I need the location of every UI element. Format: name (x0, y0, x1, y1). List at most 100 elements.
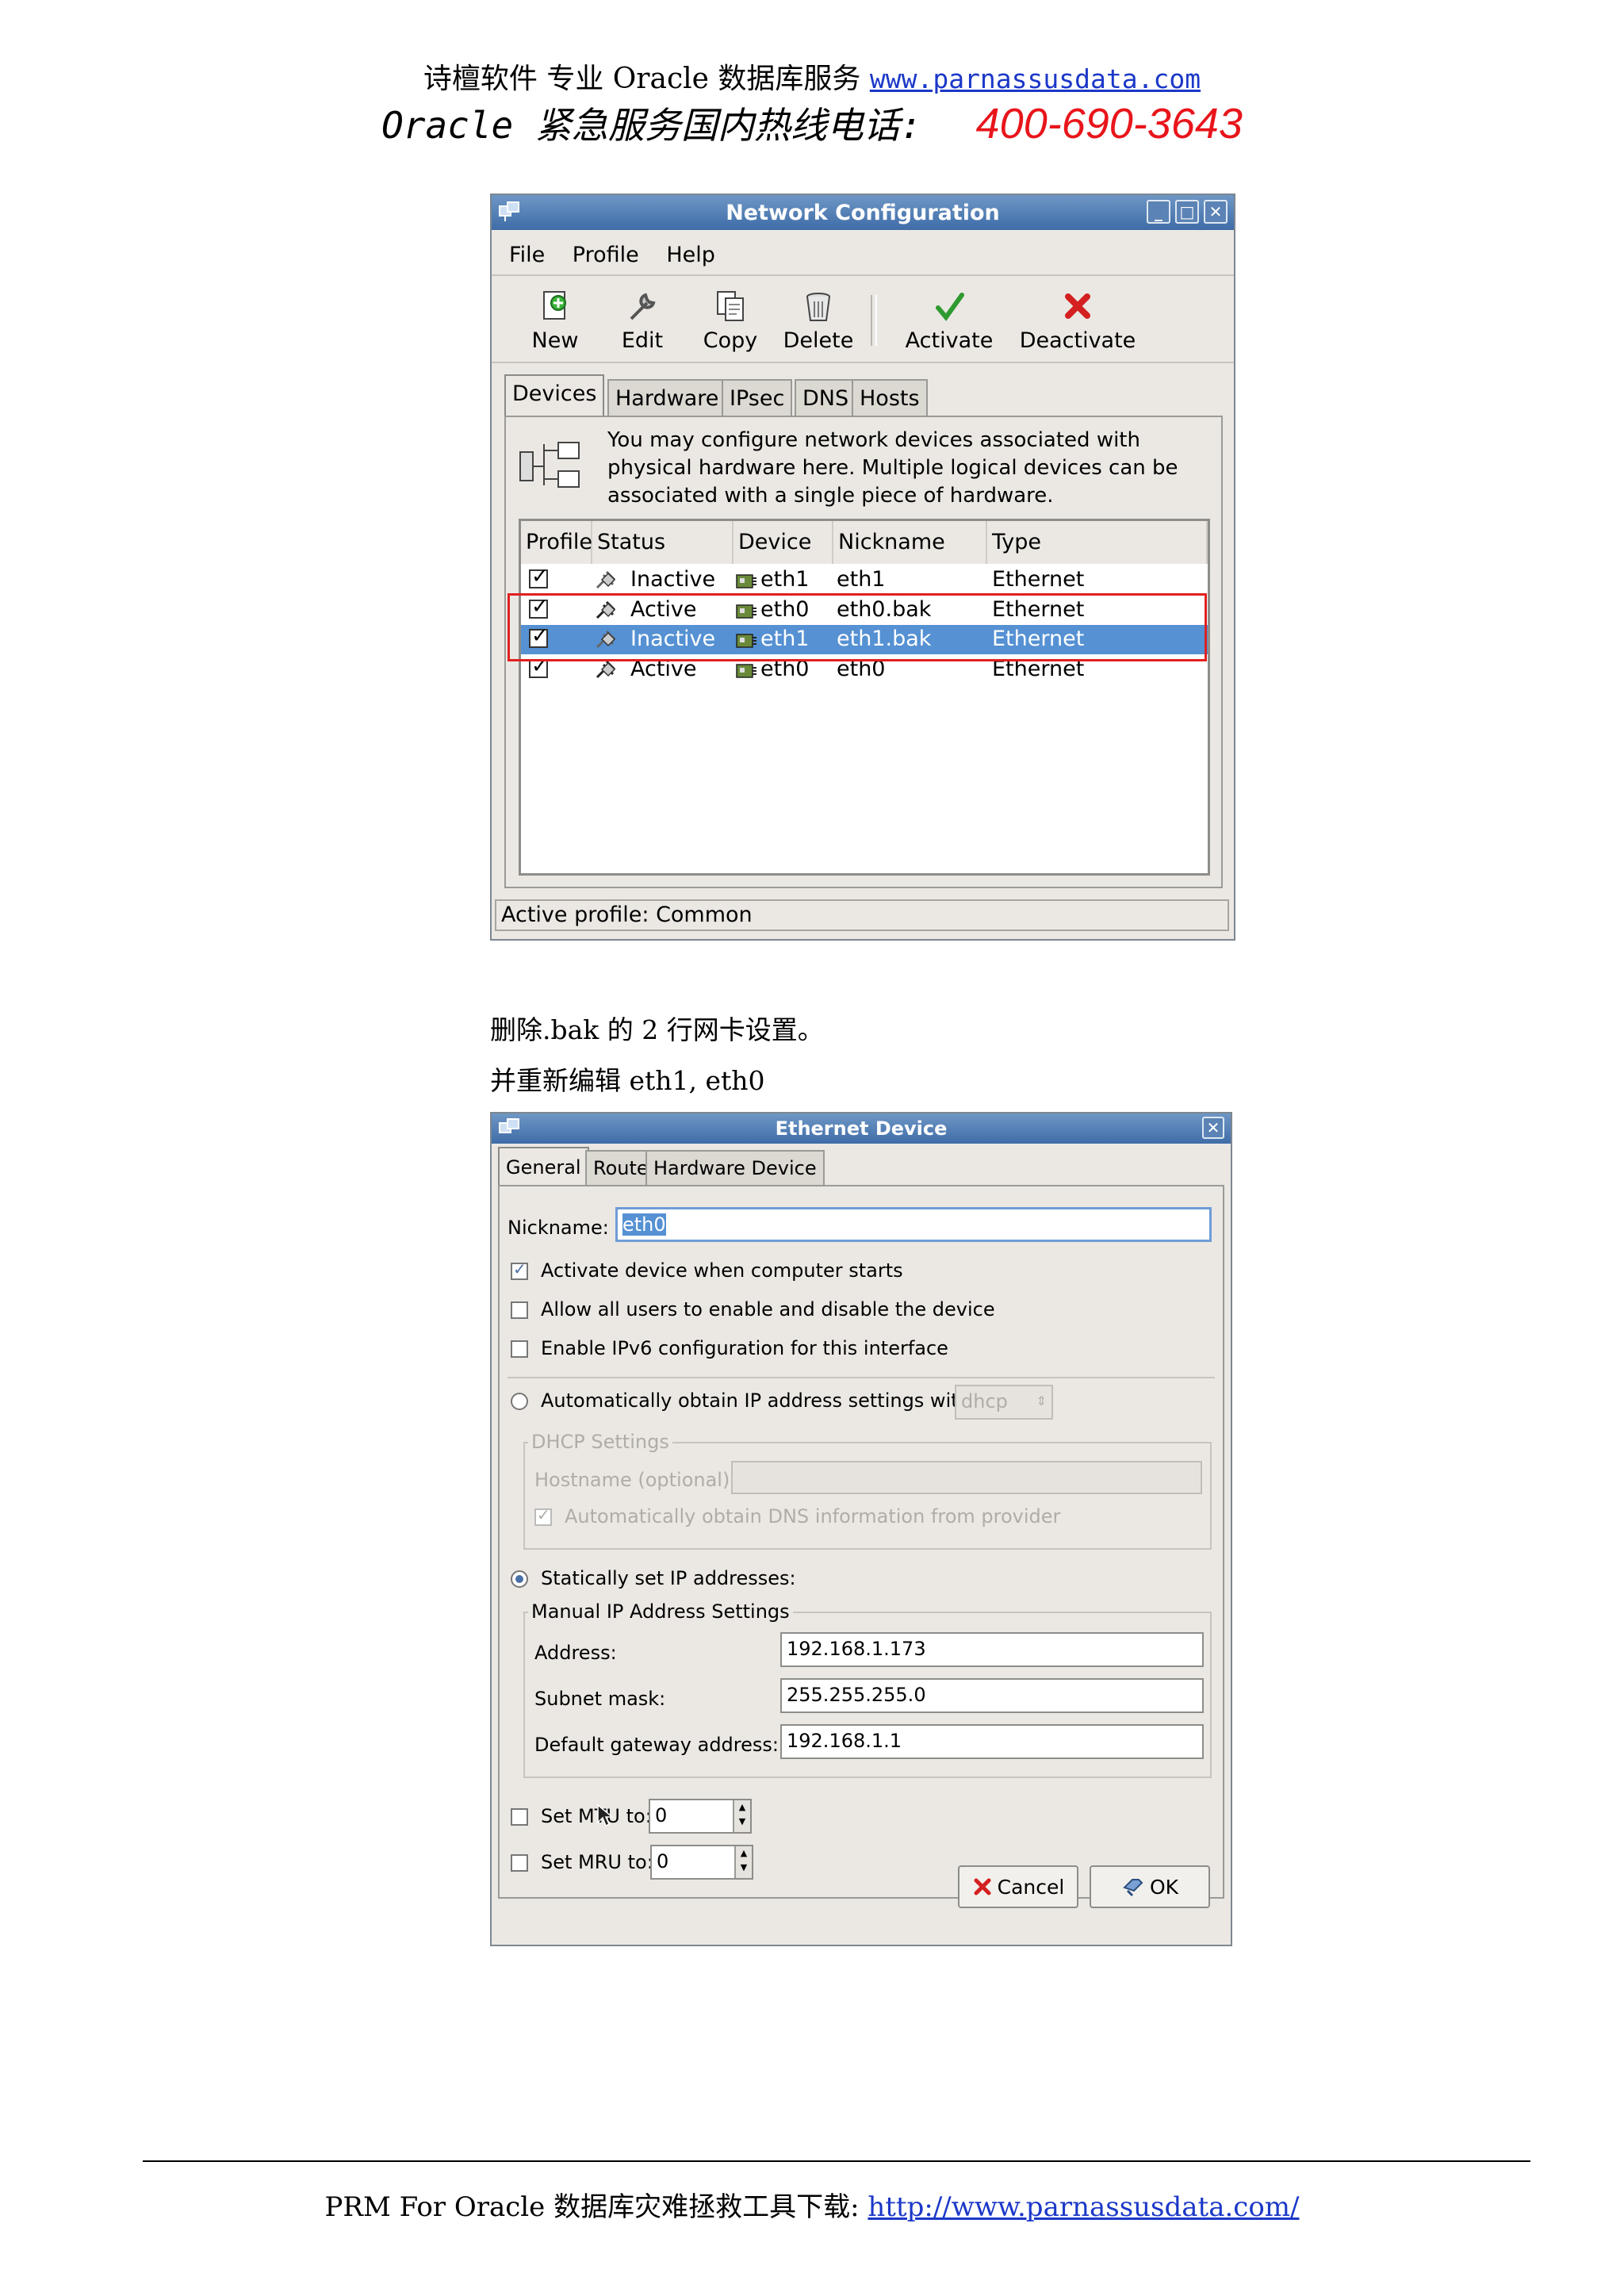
toolbar-activate-button[interactable]: Activate (898, 289, 1001, 353)
minimize-button[interactable]: _ (1147, 200, 1170, 224)
table-row[interactable]: Inactive eth1 eth1 Ethernet (521, 565, 1208, 595)
toolbar-copy-button[interactable]: Copy (695, 289, 766, 353)
column-type[interactable]: Type (987, 521, 1208, 564)
ethernet-device-dialog: Ethernet Device ✕ General Route Hardware… (490, 1112, 1232, 1946)
select-arrows-icon: ⇕ (1036, 1393, 1047, 1409)
devices-description-line-1: You may configure network devices associ… (607, 428, 1140, 452)
allow-users-checkbox[interactable] (511, 1301, 528, 1319)
ethernet-dialog-icon (499, 1118, 519, 1133)
mtu-input[interactable]: 0 ▲ ▼ (649, 1799, 752, 1834)
header-line-2: Oracle 紧急服务国内热线电话: 400-690-3643 (0, 97, 1624, 149)
toolbar-delete-label: Delete (783, 328, 854, 353)
network-card-icon (736, 574, 756, 588)
network-window-title: Network Configuration (726, 200, 1000, 225)
dhcp-settings-legend: DHCP Settings (528, 1431, 672, 1453)
bak-rows-highlight (508, 593, 1207, 661)
menu-help[interactable]: Help (666, 243, 715, 267)
type-cell: Ethernet (992, 567, 1085, 592)
address-input[interactable]: 192.168.1.173 (780, 1632, 1204, 1667)
nickname-input[interactable]: eth0 (615, 1207, 1212, 1242)
set-mru-checkbox[interactable] (511, 1854, 528, 1872)
network-configuration-window: Network Configuration _ □ ✕ File Profile… (490, 194, 1235, 941)
toolbar-copy-label: Copy (703, 328, 758, 353)
tab-hardware-device[interactable]: Hardware Device (645, 1150, 825, 1185)
mtu-spin-buttons[interactable]: ▲ ▼ (733, 1800, 750, 1832)
toolbar-new-label: New (531, 328, 579, 353)
header-phone-number: 400-690-3643 (975, 100, 1243, 148)
devices-description-line-2: physical hardware here. Multiple logical… (607, 456, 1178, 480)
tab-hosts[interactable]: Hosts (852, 379, 928, 417)
ethernet-dialog-titlebar[interactable]: Ethernet Device ✕ (492, 1114, 1231, 1144)
header-hotline-text: Oracle 紧急服务国内热线电话: (381, 104, 922, 147)
network-window-titlebar[interactable]: Network Configuration _ □ ✕ (492, 195, 1234, 230)
header-website-link[interactable]: www.parnassusdata.com (870, 63, 1201, 94)
subnet-mask-label: Subnet mask: (534, 1688, 666, 1710)
profile-checkbox[interactable] (529, 654, 549, 678)
footer: PRM For Oracle 数据库灾难拯救工具下载: http://www.p… (0, 2185, 1624, 2224)
auto-ip-protocol-value: dhcp (961, 1390, 1008, 1412)
close-button[interactable]: ✕ (1204, 200, 1228, 224)
auto-dns-label: Automatically obtain DNS information fro… (565, 1505, 1061, 1527)
hostname-input[interactable] (731, 1461, 1202, 1494)
tab-devices[interactable]: Devices (504, 374, 605, 417)
address-label: Address: (534, 1642, 617, 1664)
tab-general[interactable]: General (498, 1147, 589, 1186)
toolbar-activate-label: Activate (905, 328, 994, 353)
connection-plug-icon (596, 570, 616, 589)
header-company-text: 诗檀软件 专业 Oracle 数据库服务 (423, 63, 861, 95)
new-icon (543, 291, 566, 320)
enable-ipv6-checkbox[interactable] (511, 1340, 528, 1358)
ok-button[interactable]: OK (1090, 1865, 1210, 1908)
network-card-icon (736, 663, 756, 678)
footer-link[interactable]: http://www.parnassusdata.com/ (868, 2191, 1299, 2223)
edit-icon (630, 293, 656, 320)
footer-rule (143, 2160, 1530, 2162)
general-panel: Nickname: eth0 ✓ Activate device when co… (498, 1185, 1224, 1899)
column-profile[interactable]: Profile (521, 521, 592, 564)
menu-divider (492, 274, 1234, 276)
auto-ip-protocol-select[interactable]: dhcp ⇕ (955, 1385, 1053, 1420)
tab-hardware[interactable]: Hardware (607, 379, 727, 417)
mru-spin-buttons[interactable]: ▲ ▼ (734, 1846, 752, 1878)
status-bar: Active profile: Common (495, 899, 1229, 931)
network-devices-icon (519, 442, 580, 488)
gateway-input[interactable]: 192.168.1.1 (780, 1724, 1204, 1759)
auto-ip-radio[interactable] (511, 1393, 528, 1410)
menu-file[interactable]: File (509, 243, 545, 267)
caption-line-2: 并重新编辑 eth1, eth0 (490, 1065, 765, 1096)
network-window-icon (499, 201, 519, 221)
gateway-label: Default gateway address: (534, 1734, 779, 1756)
activate-on-boot-checkbox[interactable]: ✓ (511, 1259, 528, 1280)
manual-ip-legend: Manual IP Address Settings (528, 1600, 793, 1623)
cancel-button[interactable]: Cancel (958, 1865, 1078, 1908)
ok-icon (1123, 1879, 1143, 1897)
tab-ipsec[interactable]: IPsec (722, 379, 793, 417)
toolbar-deactivate-button[interactable]: Deactivate (1010, 289, 1145, 353)
cancel-label: Cancel (997, 1875, 1065, 1899)
dialog-close-button[interactable]: ✕ (1202, 1117, 1224, 1139)
tab-dns[interactable]: DNS (795, 379, 857, 417)
set-mtu-checkbox[interactable] (511, 1808, 528, 1826)
auto-dns-checkbox[interactable]: ✓ (534, 1505, 552, 1526)
devices-list[interactable]: Profile Status Device Nickname Type Inac… (519, 519, 1210, 876)
toolbar-delete-button[interactable]: Delete (779, 289, 858, 353)
static-ip-radio[interactable] (511, 1570, 528, 1588)
subnet-mask-input[interactable]: 255.255.255.0 (780, 1678, 1204, 1713)
maximize-button[interactable]: □ (1175, 200, 1199, 224)
menu-profile[interactable]: Profile (573, 243, 639, 267)
dhcp-settings-group (523, 1442, 1212, 1550)
column-status[interactable]: Status (592, 521, 733, 564)
nickname-label: Nickname: (508, 1217, 609, 1239)
mru-input[interactable]: 0 ▲ ▼ (650, 1845, 753, 1880)
toolbar-new-button[interactable]: New (523, 289, 587, 353)
set-mru-label: Set MRU to: (541, 1851, 653, 1873)
toolbar-edit-button[interactable]: Edit (611, 289, 674, 353)
profile-checkbox[interactable] (529, 565, 549, 588)
toolbar-edit-label: Edit (621, 328, 664, 353)
column-nickname[interactable]: Nickname (833, 521, 987, 564)
static-ip-label: Statically set IP addresses: (541, 1567, 796, 1589)
column-device[interactable]: Device (733, 521, 833, 564)
activate-icon (936, 293, 964, 321)
devices-description-line-3: associated with a single piece of hardwa… (607, 484, 1054, 508)
enable-ipv6-label: Enable IPv6 configuration for this inter… (541, 1337, 948, 1359)
